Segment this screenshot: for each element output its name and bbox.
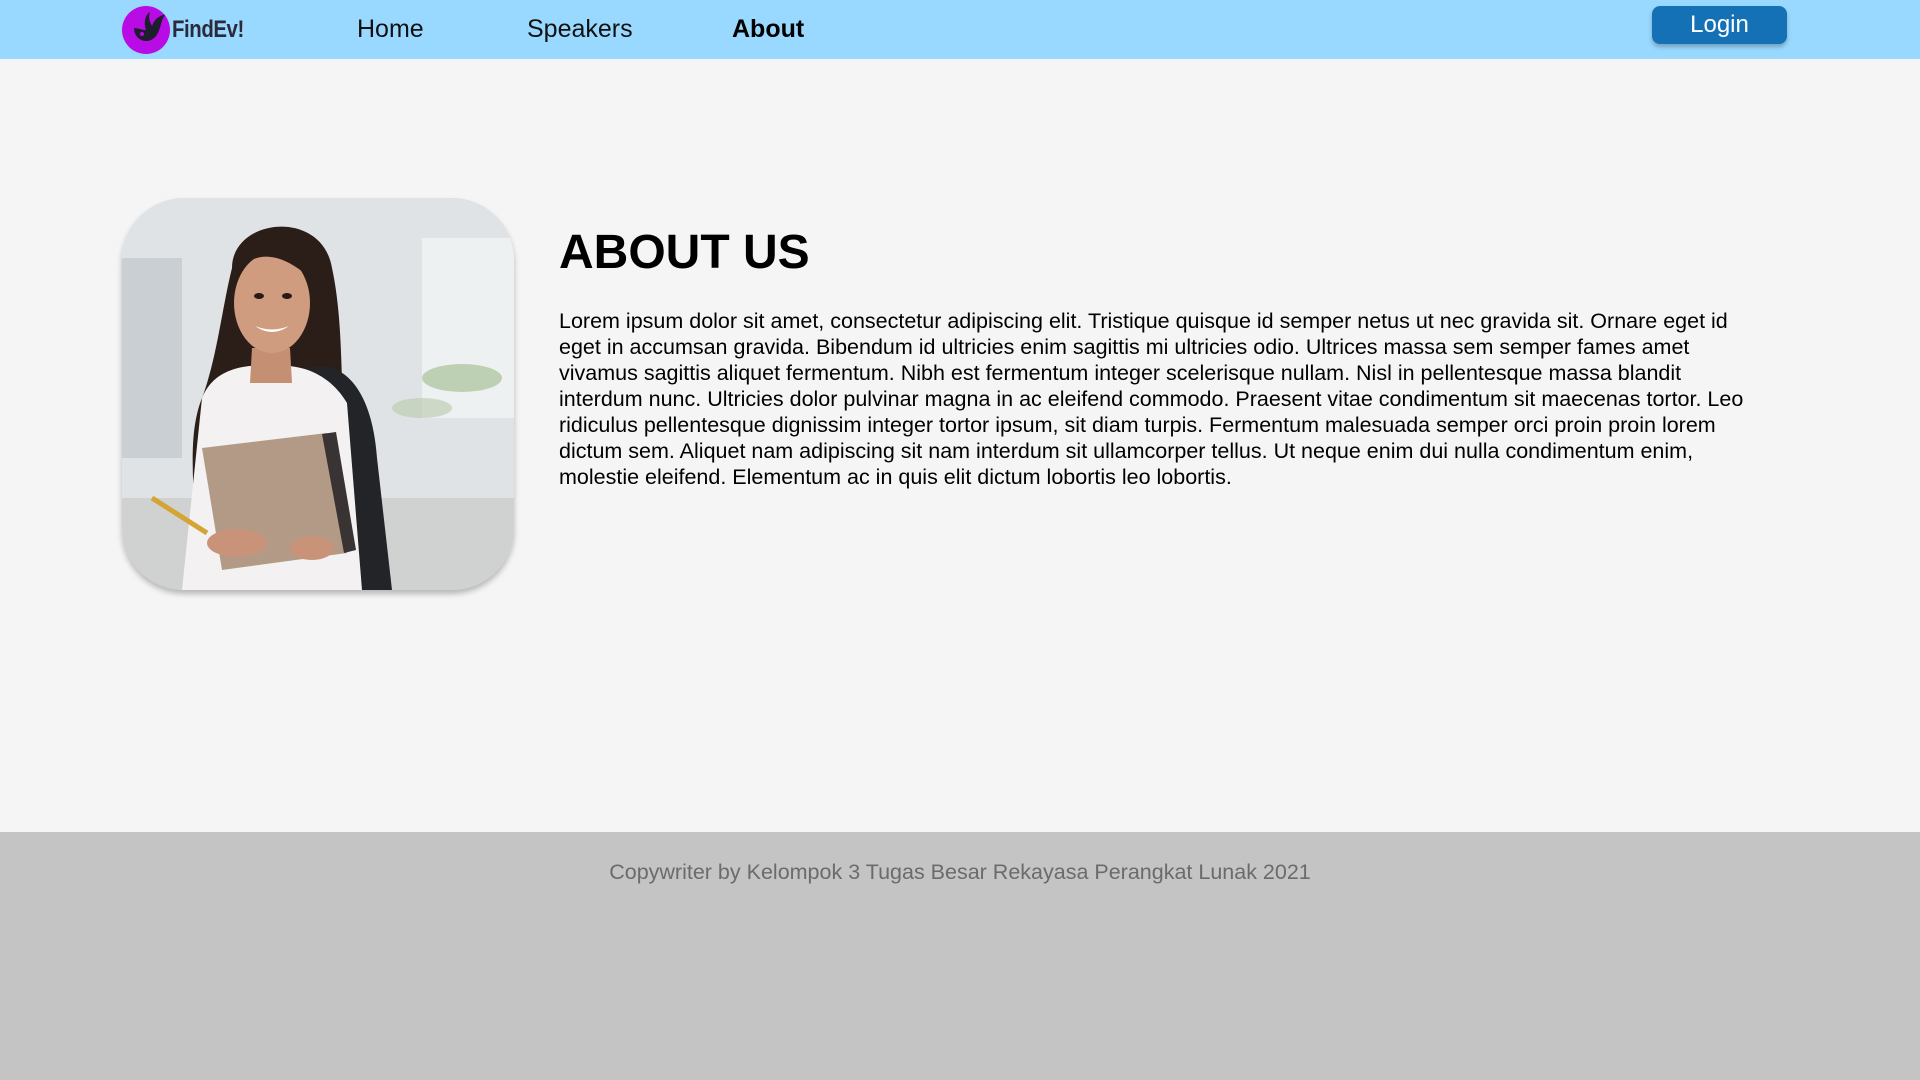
brand-name: FindEv! (172, 16, 244, 43)
about-title: ABOUT US (559, 226, 810, 279)
page-footer: Copywriter by Kelompok 3 Tugas Besar Rek… (0, 832, 1920, 1080)
footer-copyright: Copywriter by Kelompok 3 Tugas Besar Rek… (609, 860, 1311, 884)
nav-link-home[interactable]: Home (357, 0, 424, 59)
student-photo (122, 198, 514, 590)
brand-logo[interactable]: FindEv! (122, 6, 257, 54)
bird-logo-icon (122, 6, 170, 54)
top-navbar: FindEv! Home Speakers About Login (0, 0, 1920, 59)
nav-link-about[interactable]: About (732, 0, 804, 59)
login-button[interactable]: Login (1652, 6, 1787, 44)
about-description: Lorem ipsum dolor sit amet, consectetur … (559, 309, 1744, 489)
nav-link-speakers[interactable]: Speakers (527, 0, 633, 59)
